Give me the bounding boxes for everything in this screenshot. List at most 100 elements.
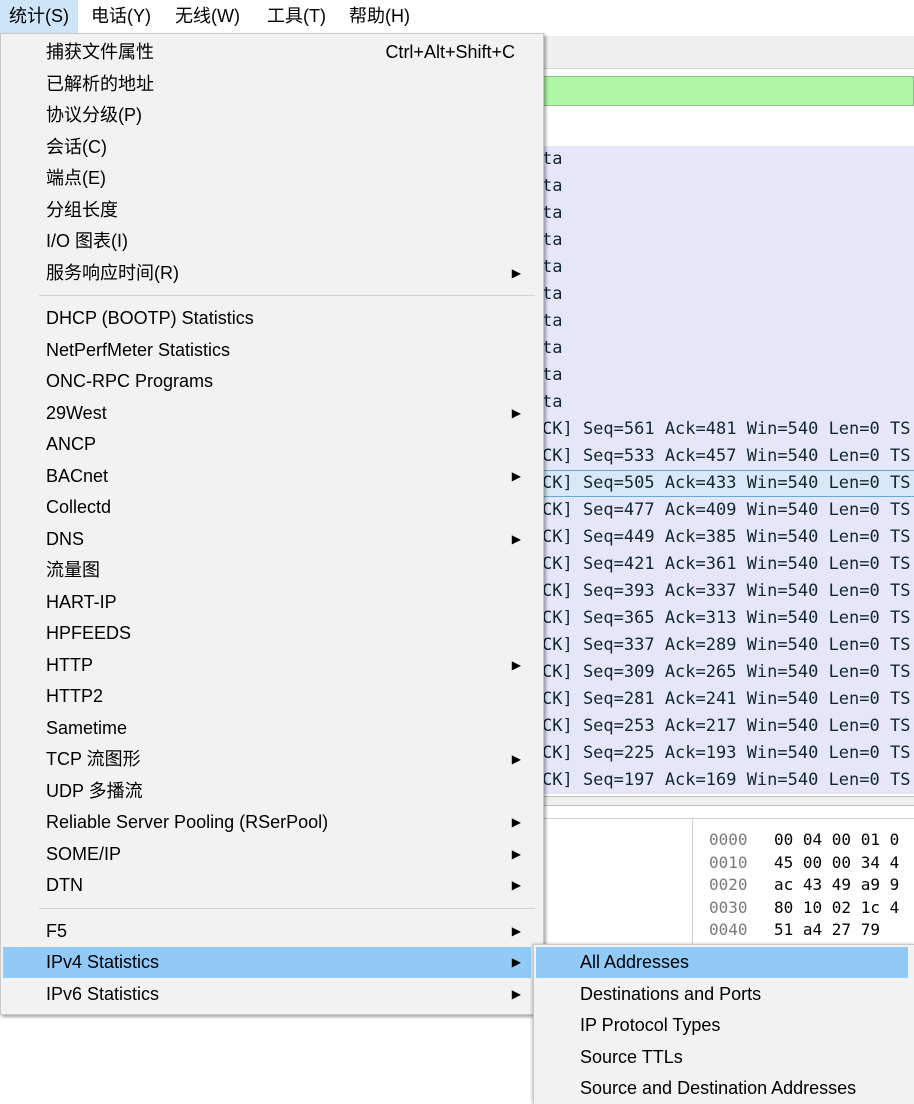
menu-item-label: Sametime (46, 717, 128, 738)
hex-bytes[interactable]: 00 04 00 01 0 (774, 828, 899, 851)
menu-item[interactable]: IPv6 Statistics ▶ (3, 979, 531, 1010)
packet-row[interactable]: ta (542, 362, 914, 389)
menu-item[interactable]: 29West ▶ (3, 398, 531, 429)
menu-statistics[interactable]: 统计(S) (0, 0, 78, 33)
menu-item[interactable]: 已解析的地址 (3, 69, 531, 100)
packet-row[interactable]: CK] Seq=561 Ack=481 Win=540 Len=0 TS (542, 416, 914, 443)
menu-item[interactable]: NetPerfMeter Statistics (3, 335, 531, 366)
menu-item[interactable]: HTTP2 (3, 681, 531, 712)
menu-tools[interactable]: 工具(T) (258, 0, 335, 33)
menu-item[interactable]: I/O 图表(I) (3, 226, 531, 257)
packet-row[interactable]: CK] Seq=393 Ack=337 Win=540 Len=0 TS (542, 578, 914, 605)
packet-row[interactable]: CK] Seq=225 Ack=193 Win=540 Len=0 TS (542, 740, 914, 767)
menu-item[interactable]: F5 ▶ (3, 916, 531, 947)
packet-list[interactable]: ta ta ta ta ta ta ta ta ta ta CK] Seq=561 Ack=481 … (542, 146, 914, 794)
menu-item[interactable]: Collectd (3, 492, 531, 523)
packet-row[interactable]: ta (542, 200, 914, 227)
menu-item[interactable]: BACnet ▶ (3, 461, 531, 492)
submenu-arrow-icon: ▶ (511, 878, 521, 892)
menu-wireless[interactable]: 无线(W) (166, 0, 249, 33)
menu-item[interactable]: SOME/IP ▶ (3, 839, 531, 870)
menu-item[interactable]: DTN ▶ (3, 870, 531, 901)
menu-item[interactable]: TCP 流图形 ▶ (3, 744, 531, 775)
packet-row[interactable]: CK] Seq=197 Ack=169 Win=540 Len=0 TS (542, 767, 914, 794)
packet-row[interactable]: CK] Seq=281 Ack=241 Win=540 Len=0 TS (542, 686, 914, 713)
menu-item-label: HPFEEDS (46, 623, 132, 643)
menu-item-label: 捕获文件属性 (46, 42, 154, 62)
menu-item[interactable]: 流量图 (3, 555, 531, 586)
hex-offset: 0020 (709, 875, 748, 894)
menu-item[interactable]: DNS ▶ (3, 524, 531, 555)
menu-item[interactable]: HPFEEDS (3, 618, 531, 649)
submenu-item-label: All Addresses (580, 952, 690, 972)
menu-item[interactable]: Reliable Server Pooling (RSerPool) ▶ (3, 807, 531, 838)
submenu-item-label: Source and Destination Addresses (580, 1078, 857, 1098)
packet-row[interactable]: CK] Seq=505 Ack=433 Win=540 Len=0 TS (542, 470, 914, 497)
packet-details-pane[interactable] (542, 818, 692, 949)
submenu-item[interactable]: IP Protocol Types (536, 1010, 908, 1041)
packet-row[interactable]: ta (542, 254, 914, 281)
menu-item-label: ANCP (46, 434, 97, 454)
hex-row: 0040 51 a4 27 79 (693, 918, 914, 941)
hex-offset: 0010 (709, 852, 748, 872)
packet-row[interactable]: ta (542, 146, 914, 173)
menu-item[interactable]: HART-IP (3, 587, 531, 618)
menu-item[interactable]: 协议分级(P) (3, 100, 531, 131)
menu-item[interactable]: 服务响应时间(R) ▶ (3, 258, 531, 289)
submenu-item-label: IP Protocol Types (580, 1015, 721, 1035)
packet-row[interactable]: CK] Seq=337 Ack=289 Win=540 Len=0 TS (542, 632, 914, 659)
menu-item[interactable]: ONC-RPC Programs (3, 366, 531, 397)
menu-item[interactable]: UDP 多播流 (3, 776, 531, 807)
menu-item-label: HTTP (46, 654, 93, 675)
menu-item-label: Collectd (46, 497, 112, 517)
packet-row[interactable]: CK] Seq=421 Ack=361 Win=540 Len=0 TS (542, 551, 914, 578)
submenu-item[interactable]: Source and Destination Addresses (536, 1073, 908, 1104)
packet-row[interactable]: CK] Seq=309 Ack=265 Win=540 Len=0 TS (542, 659, 914, 686)
menu-item[interactable]: HTTP ▶ (3, 650, 531, 681)
hex-offset: 0030 (709, 897, 748, 917)
packet-bytes-pane[interactable]: 0000 00 04 00 01 0 0010 45 00 00 34 4 0020 ac… (692, 818, 914, 949)
packet-row[interactable]: ta (542, 173, 914, 200)
hex-bytes[interactable]: ac 43 49 a9 9 (774, 873, 899, 896)
packet-row[interactable]: CK] Seq=533 Ack=457 Win=540 Len=0 TS (542, 443, 914, 470)
menu-item-label: 流量图 (46, 560, 100, 580)
packet-row[interactable]: ta (542, 308, 914, 335)
menu-item-label: IPv4 Statistics (46, 952, 160, 972)
menu-item[interactable]: 分组长度 (3, 195, 531, 226)
pane-splitter[interactable] (542, 796, 914, 806)
packet-row[interactable]: ta (542, 335, 914, 362)
menu-item-label: ONC-RPC Programs (46, 371, 214, 391)
menu-telephony[interactable]: 电话(Y) (82, 0, 160, 33)
menu-item[interactable]: DHCP (BOOTP) Statistics (3, 303, 531, 334)
menu-item[interactable]: 端点(E) (3, 163, 531, 194)
packet-row[interactable]: CK] Seq=253 Ack=217 Win=540 Len=0 TS (542, 713, 914, 740)
submenu-arrow-icon: ▶ (511, 468, 521, 483)
menu-item-label: 29West (46, 402, 107, 423)
menu-item[interactable]: IPv4 Statistics ▶ (3, 947, 531, 978)
hex-bytes[interactable]: 51 a4 27 79 (774, 918, 880, 941)
main-toolbar (542, 36, 914, 69)
menu-item[interactable]: ANCP (3, 429, 531, 460)
packet-row[interactable]: ta (542, 389, 914, 416)
hex-row: 0030 80 10 02 1c 4 (693, 896, 914, 919)
packet-row[interactable]: ta (542, 281, 914, 308)
submenu-item[interactable]: All Addresses (536, 947, 908, 978)
packet-row[interactable]: CK] Seq=449 Ack=385 Win=540 Len=0 TS (542, 524, 914, 551)
display-filter-input[interactable] (542, 76, 914, 106)
submenu-item[interactable]: Destinations and Ports (536, 979, 908, 1010)
menu-item[interactable]: Sametime (3, 713, 531, 744)
packet-row[interactable]: CK] Seq=477 Ack=409 Win=540 Len=0 TS (542, 497, 914, 524)
packet-list-header (542, 108, 914, 146)
menu-item-label: NetPerfMeter Statistics (46, 339, 231, 360)
submenu-item[interactable]: Source TTLs (536, 1042, 908, 1073)
packet-row[interactable]: CK] Seq=365 Ack=313 Win=540 Len=0 TS (542, 605, 914, 632)
hex-bytes[interactable]: 80 10 02 1c 4 (774, 896, 899, 919)
menu-help[interactable]: 帮助(H) (340, 0, 419, 33)
menu-item[interactable]: 会话(C) (3, 132, 531, 163)
menu-item[interactable]: 捕获文件属性 Ctrl+Alt+Shift+C (3, 37, 531, 68)
hex-bytes[interactable]: 45 00 00 34 4 (774, 851, 899, 874)
packet-row[interactable]: ta (542, 227, 914, 254)
menu-item-label: UDP 多播流 (46, 780, 143, 801)
submenu-arrow-icon: ▶ (511, 846, 521, 861)
submenu-arrow-icon: ▶ (511, 657, 521, 672)
